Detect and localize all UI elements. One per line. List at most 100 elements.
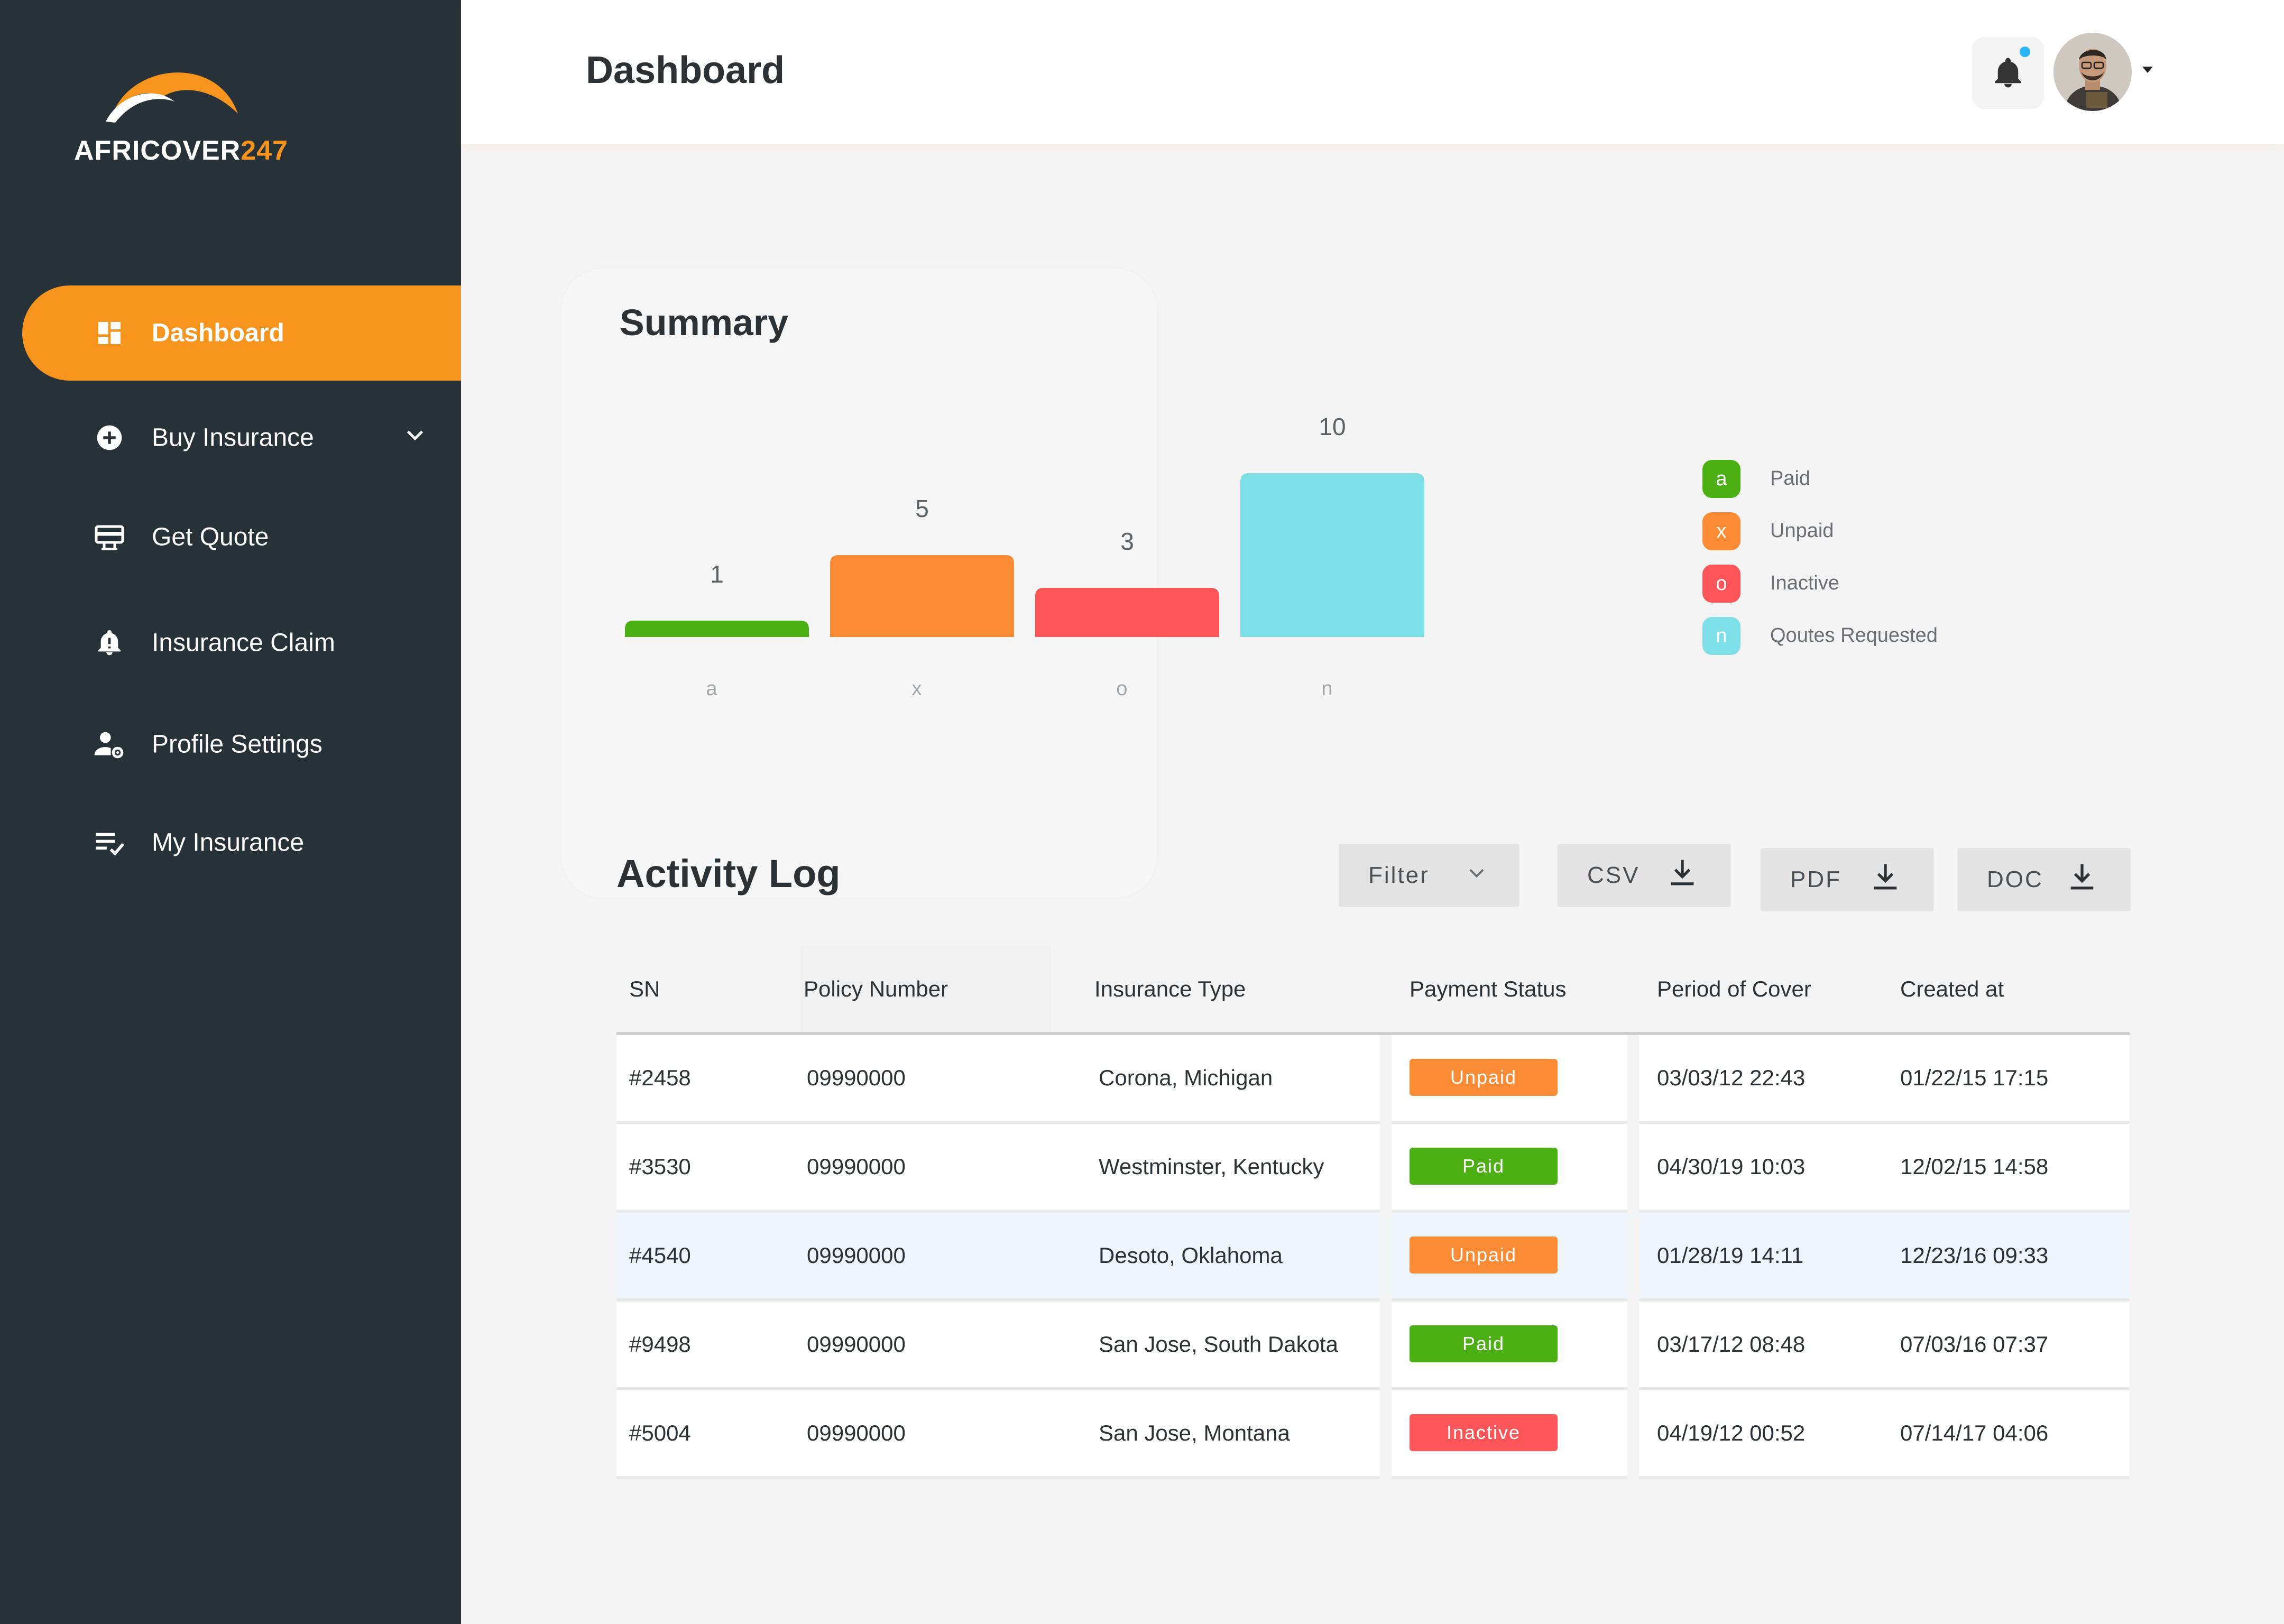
- column-header-created-at: Created at: [1900, 976, 2004, 1001]
- cell-period-of-cover: 03/17/12 08:48: [1657, 1332, 1806, 1357]
- cell-insurance-type: Desoto, Oklahoma: [1099, 1243, 1283, 1268]
- bar-x[interactable]: [830, 555, 1014, 637]
- column-header-period-of-cover: Period of Cover: [1657, 976, 1811, 1001]
- sidebar-item-my-insurance[interactable]: My Insurance: [22, 795, 461, 890]
- column-divider: [1380, 1302, 1392, 1390]
- umbrella-logo-icon: [106, 72, 238, 123]
- cell-created-at: 12/02/15 14:58: [1900, 1154, 2049, 1179]
- activity-log-table: SN Policy Number Insurance Type Payment …: [616, 946, 2130, 1479]
- quote-icon: [91, 519, 128, 556]
- sidebar-item-label: Buy Insurance: [152, 423, 314, 452]
- data-label-o: 3: [1120, 528, 1134, 555]
- user-settings-icon: [91, 726, 128, 763]
- summary-bar-chart: 1 a 5 x 3 o 10 n: [625, 413, 1424, 700]
- table-row[interactable]: #3530 09990000 Westminster, Kentucky Pai…: [616, 1124, 2130, 1213]
- column-header-sn: SN: [629, 976, 660, 1001]
- x-tick-n: n: [1321, 678, 1332, 700]
- status-badge: Inactive: [1410, 1414, 1558, 1451]
- column-divider: [1380, 1124, 1392, 1213]
- activity-log-title: Activity Log: [616, 852, 841, 896]
- legend-badge: o: [1702, 565, 1740, 603]
- cell-period-of-cover: 04/19/12 00:52: [1657, 1420, 1806, 1445]
- brand-logo[interactable]: AFRICOVER247: [74, 58, 288, 174]
- cell-sn: #2458: [629, 1065, 691, 1090]
- sidebar-item-buy-insurance[interactable]: Buy Insurance: [22, 390, 461, 485]
- sidebar-item-dashboard[interactable]: Dashboard: [22, 285, 461, 381]
- table-row[interactable]: #2458 09990000 Corona, Michigan Unpaid 0…: [616, 1035, 2130, 1124]
- alert-bell-icon: [91, 624, 128, 661]
- legend-label: Paid: [1770, 467, 1811, 490]
- avatar[interactable]: [2053, 33, 2132, 111]
- account-menu-caret-icon[interactable]: [2141, 66, 2154, 77]
- download-icon: [1665, 856, 1699, 896]
- legend-badge: a: [1702, 460, 1740, 498]
- cell-sn: #9498: [629, 1332, 691, 1357]
- download-icon: [1868, 860, 1902, 900]
- column-divider: [1627, 1213, 1639, 1302]
- cell-policy-number: 09990000: [807, 1420, 906, 1445]
- sidebar-item-get-quote[interactable]: Get Quote: [22, 490, 461, 585]
- notifications-button[interactable]: [1972, 37, 2044, 109]
- column-divider: [1627, 1390, 1639, 1479]
- bar-n[interactable]: [1240, 473, 1424, 637]
- sidebar-item-label: My Insurance: [152, 828, 305, 857]
- legend-label: Inactive: [1770, 572, 1839, 594]
- legend-badge: x: [1702, 512, 1740, 550]
- bar-a[interactable]: [625, 621, 809, 637]
- data-label-a: 1: [710, 560, 724, 588]
- sidebar-item-profile-settings[interactable]: Profile Settings: [22, 697, 461, 792]
- table-row[interactable]: #9498 09990000 San Jose, South Dakota Pa…: [616, 1302, 2130, 1390]
- cell-sn: #4540: [629, 1243, 691, 1268]
- top-header: Dashboard: [461, 0, 2284, 144]
- filter-dropdown[interactable]: Filter: [1339, 844, 1519, 907]
- status-badge: Unpaid: [1410, 1237, 1558, 1274]
- x-tick-x: x: [912, 678, 922, 700]
- column-divider: [1627, 1035, 1639, 1124]
- x-tick-a: a: [706, 678, 717, 700]
- column-divider: [1380, 1213, 1392, 1302]
- sidebar-item-insurance-claim[interactable]: Insurance Claim: [22, 595, 461, 690]
- status-badge: Unpaid: [1410, 1059, 1558, 1096]
- table-row[interactable]: #4540 09990000 Desoto, Oklahoma Unpaid 0…: [616, 1213, 2130, 1302]
- cell-period-of-cover: 04/30/19 10:03: [1657, 1154, 1806, 1179]
- cell-sn: #3530: [629, 1154, 691, 1179]
- unread-indicator: [2020, 47, 2030, 57]
- x-tick-o: o: [1116, 678, 1127, 700]
- export-label: PDF: [1790, 866, 1841, 892]
- sidebar-item-label: Dashboard: [152, 319, 284, 347]
- cell-insurance-type: Westminster, Kentucky: [1099, 1154, 1324, 1179]
- export-csv-button[interactable]: CSV: [1558, 844, 1731, 907]
- status-badge: Paid: [1410, 1148, 1558, 1185]
- table-header: SN Policy Number Insurance Type Payment …: [616, 946, 2130, 1035]
- sidebar-item-label: Get Quote: [152, 523, 269, 551]
- column-header-payment-status: Payment Status: [1410, 976, 1567, 1001]
- export-label: CSV: [1587, 862, 1640, 888]
- plus-circle-icon: [91, 419, 128, 456]
- bell-icon: [1995, 58, 2021, 88]
- page-title: Dashboard: [586, 49, 785, 91]
- cell-insurance-type: San Jose, South Dakota: [1099, 1332, 1338, 1357]
- export-pdf-button[interactable]: PDF: [1761, 848, 1934, 911]
- cell-created-at: 01/22/15 17:15: [1900, 1065, 2049, 1090]
- sidebar-item-label: Insurance Claim: [152, 629, 335, 657]
- dashboard-icon: [91, 315, 128, 352]
- export-doc-button[interactable]: DOC: [1957, 848, 2131, 911]
- bar-o[interactable]: [1035, 588, 1219, 637]
- filter-label: Filter: [1368, 862, 1430, 888]
- brand-name: AFRICOVER247: [74, 135, 289, 166]
- status-badge: Paid: [1410, 1325, 1558, 1362]
- chevron-down-icon[interactable]: [403, 422, 427, 453]
- cell-period-of-cover: 01/28/19 14:11: [1657, 1243, 1804, 1268]
- cell-created-at: 07/14/17 04:06: [1900, 1420, 2049, 1445]
- user-avatar-icon: [2053, 33, 2132, 111]
- table-row[interactable]: #5004 09990000 San Jose, Montana Inactiv…: [616, 1390, 2130, 1479]
- cell-insurance-type: Corona, Michigan: [1099, 1065, 1273, 1090]
- cell-policy-number: 09990000: [807, 1154, 906, 1179]
- cell-policy-number: 09990000: [807, 1332, 906, 1357]
- list-check-icon: [91, 824, 128, 861]
- cell-period-of-cover: 03/03/12 22:43: [1657, 1065, 1806, 1090]
- cell-created-at: 07/03/16 07:37: [1900, 1332, 2049, 1357]
- cell-insurance-type: San Jose, Montana: [1099, 1420, 1290, 1445]
- legend-label: Unpaid: [1770, 520, 1834, 542]
- cell-sn: #5004: [629, 1420, 691, 1445]
